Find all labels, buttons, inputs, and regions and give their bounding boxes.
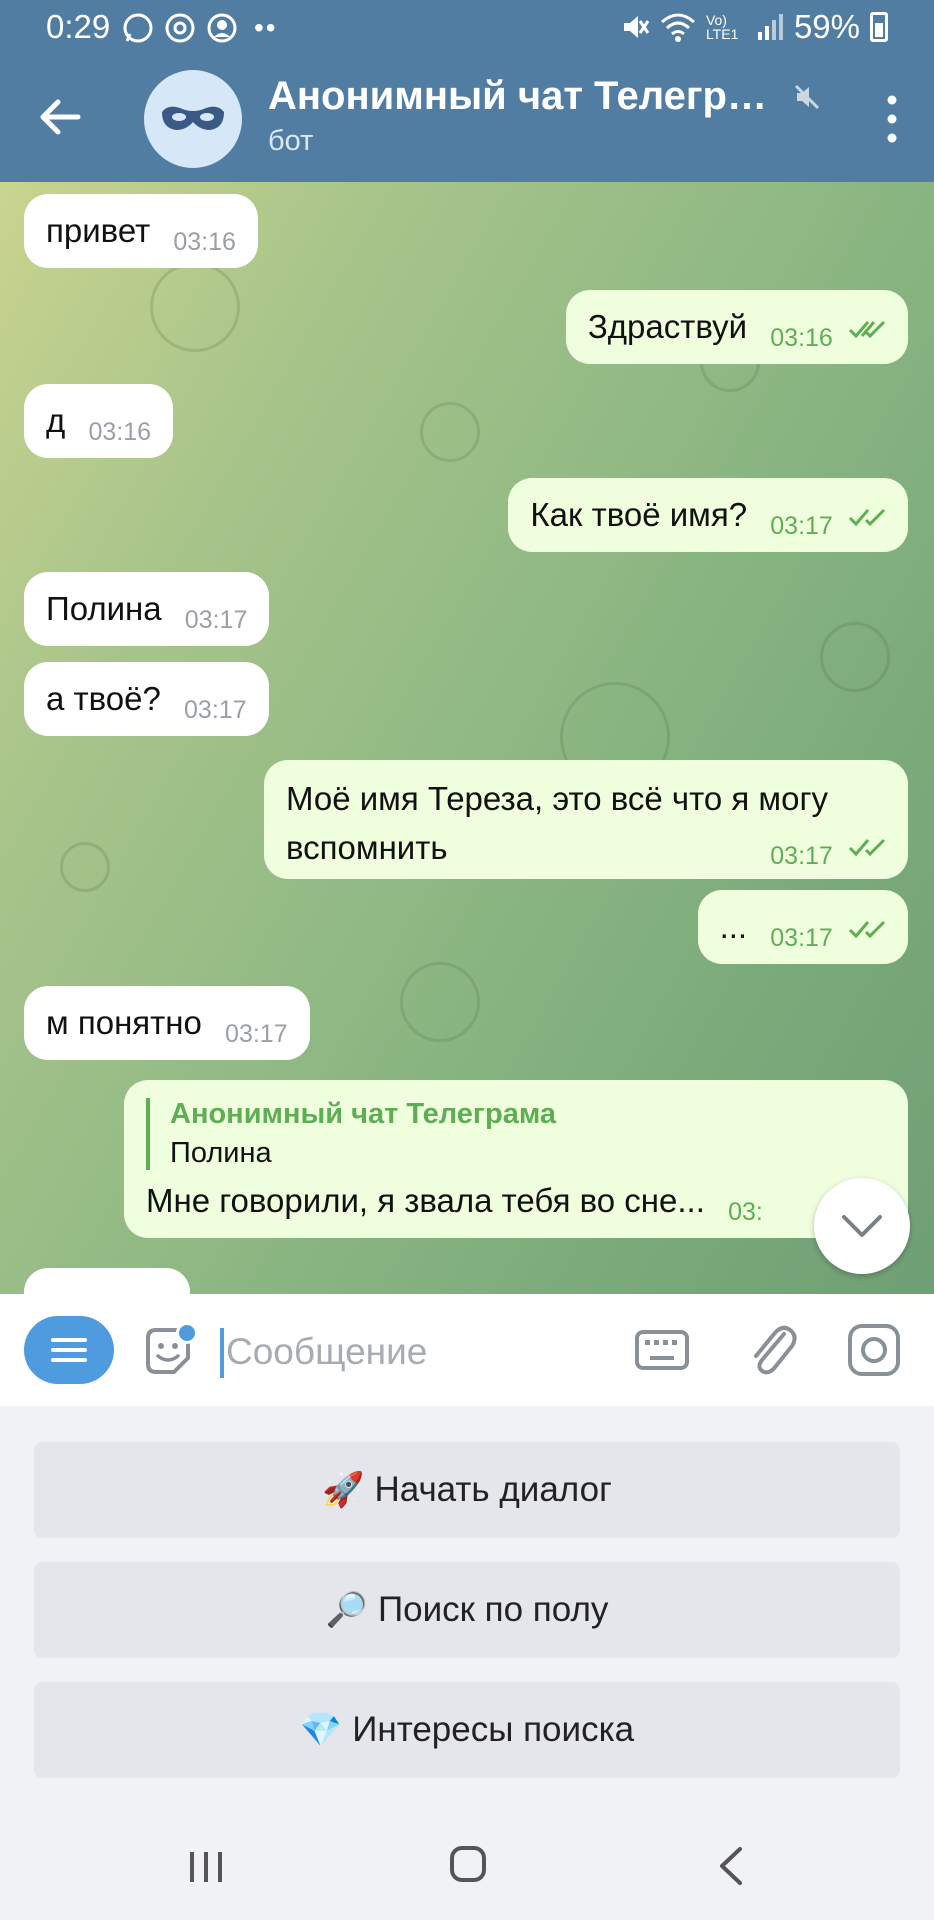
bot-menu-button[interactable] [24, 1316, 114, 1384]
bot-avatar[interactable] [144, 70, 242, 168]
message-text: Как твоё имя? [530, 496, 748, 533]
button-label: Начать диалог [374, 1470, 612, 1509]
message-text: а твоё? [46, 680, 161, 717]
message-input[interactable] [226, 1326, 606, 1378]
chat-subtitle: бот [268, 125, 314, 157]
chat-header: Анонимный чат Телегра… бот [0, 54, 934, 182]
wallpaper-doodle [60, 842, 110, 892]
message-text: Мне говорили, я звала тебя во сне... [146, 1182, 705, 1219]
message-time: 03:17 [770, 512, 833, 540]
message-text: Здраствуй [587, 308, 748, 345]
message-time: 03:17 [184, 606, 248, 634]
system-nav-bar [0, 1812, 934, 1920]
camera-icon[interactable] [846, 1322, 902, 1378]
message-time: 03:16 [88, 418, 151, 446]
signal-icon [757, 14, 783, 40]
sync-icon [165, 13, 195, 43]
back-arrow-icon[interactable] [28, 84, 94, 150]
scroll-down-button[interactable] [814, 1178, 910, 1274]
reply-author: Анонимный чат Телеграма [170, 1098, 557, 1130]
button-label: Интересы поиска [352, 1710, 635, 1749]
battery-percent: 59% [793, 8, 860, 45]
wallpaper-doodle [420, 402, 480, 462]
chat-title-area[interactable]: Анонимный чат Телегра… бот [268, 74, 828, 158]
message-text: Моё имя Тереза, это всё что я могу [286, 780, 828, 817]
message-text-cont: вспомнить [286, 829, 448, 866]
outgoing-message[interactable]: Здраствуй 03:16 [565, 290, 908, 364]
text-cursor [220, 1328, 224, 1378]
outgoing-message[interactable]: Как твоё имя? 03:17 [508, 478, 908, 552]
magnifier-icon: 🔎 [325, 1591, 368, 1629]
whatsapp-icon [123, 13, 153, 43]
more-notifications-icon: •• [254, 12, 278, 43]
wallpaper-doodle [400, 962, 480, 1042]
gem-icon: 💎 [299, 1711, 343, 1749]
incoming-message[interactable]: м понятно 03:17 [24, 986, 310, 1060]
search-interests-button[interactable]: 💎 Интересы поиска [34, 1682, 900, 1778]
wifi-icon [660, 13, 695, 42]
search-by-gender-button[interactable]: 🔎 Поиск по полу [34, 1562, 900, 1658]
network-type: Vo) LTE1 [705, 12, 739, 42]
recent-apps-icon[interactable] [186, 1850, 226, 1884]
double-check-icon [848, 839, 886, 857]
double-check-icon [848, 509, 886, 527]
rocket-icon: 🚀 [322, 1471, 365, 1509]
chat-title: Анонимный чат Телегра… [268, 74, 780, 118]
incoming-message[interactable]: Полина 03:17 [24, 572, 270, 646]
button-label: Поиск по полу [377, 1590, 609, 1629]
incoming-message-partial[interactable] [24, 1268, 190, 1294]
incoming-message[interactable]: а твоё? 03:17 [24, 662, 269, 736]
message-input-bar [0, 1294, 934, 1406]
battery-icon [870, 12, 888, 42]
message-time: 03: [728, 1198, 763, 1226]
wallpaper-doodle [150, 262, 240, 352]
message-time: 03:16 [770, 324, 833, 352]
new-stickers-badge [176, 1322, 198, 1344]
chat-area[interactable]: привет 03:16 Здраствуй 03:16 д 03:16 Как… [0, 182, 934, 1294]
incoming-message[interactable]: привет 03:16 [24, 194, 258, 268]
start-dialog-button[interactable]: 🚀 Начать диалог [34, 1442, 900, 1538]
account-icon [207, 13, 237, 43]
outgoing-reply-message[interactable]: Анонимный чат Телеграма Полина Мне говор… [124, 1080, 908, 1238]
message-text: д [46, 402, 66, 439]
keyboard-icon[interactable] [634, 1324, 690, 1376]
reply-snippet: Полина [170, 1137, 272, 1169]
message-text: ... [719, 908, 748, 945]
message-text: привет [46, 212, 151, 249]
status-time: 0:29 [46, 8, 111, 45]
incoming-message[interactable]: д 03:16 [24, 384, 173, 458]
reply-quote[interactable]: Анонимный чат Телеграма Полина [146, 1098, 886, 1170]
double-check-icon [848, 921, 886, 939]
message-time: 03:17 [770, 924, 833, 952]
double-check-icon [848, 321, 886, 339]
message-time: 03:17 [225, 1020, 288, 1048]
message-time: 03:16 [173, 228, 236, 256]
paperclip-icon[interactable] [744, 1320, 800, 1380]
muted-icon [794, 84, 820, 109]
more-vertical-icon[interactable] [880, 92, 904, 146]
menu-icon [51, 1338, 87, 1362]
back-nav-icon[interactable] [716, 1846, 746, 1886]
message-text: м понятно [46, 1004, 202, 1041]
message-time: 03:17 [770, 842, 833, 870]
home-icon[interactable] [450, 1846, 486, 1882]
mute-status-icon [623, 16, 650, 38]
chevron-down-icon [842, 1215, 882, 1237]
mask-icon [162, 106, 224, 130]
outgoing-message[interactable]: Моё имя Тереза, это всё что я могу вспом… [264, 760, 908, 879]
outgoing-message[interactable]: ... 03:17 [697, 890, 908, 964]
message-time: 03:17 [184, 696, 247, 724]
status-bar: 0:29 •• Vo) LTE1 59% [0, 0, 934, 54]
message-text: Полина [46, 590, 162, 627]
bot-reply-keyboard: 🚀 Начать диалог 🔎 Поиск по полу 💎 Интере… [0, 1406, 934, 1812]
wallpaper-doodle [820, 622, 890, 692]
